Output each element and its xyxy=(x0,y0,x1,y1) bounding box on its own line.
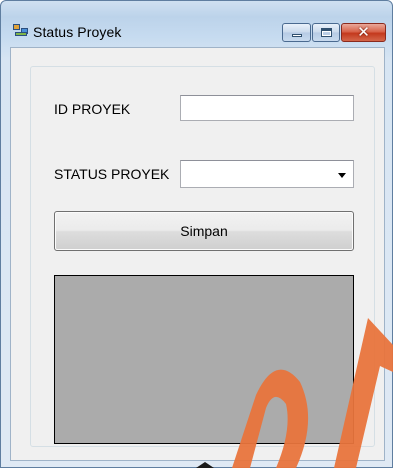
minimize-button[interactable] xyxy=(282,23,311,42)
close-icon: ✕ xyxy=(357,24,370,41)
window-title: Status Proyek xyxy=(33,24,122,40)
simpan-button[interactable]: Simpan xyxy=(54,211,354,251)
status-proyek-label: STATUS PROYEK xyxy=(54,166,170,182)
status-proyek-combobox[interactable] xyxy=(180,160,354,188)
id-proyek-input[interactable] xyxy=(180,95,354,121)
form-app-icon[interactable] xyxy=(13,24,29,38)
id-proyek-label: ID PROYEK xyxy=(54,101,131,117)
minimize-icon xyxy=(291,34,302,37)
dropdown-arrow-icon[interactable] xyxy=(338,173,346,178)
close-button[interactable]: ✕ xyxy=(341,23,386,42)
title-bar[interactable]: Status Proyek ✕ xyxy=(1,1,392,43)
maximize-icon xyxy=(320,28,332,37)
maximize-button[interactable] xyxy=(312,23,340,42)
data-grid[interactable] xyxy=(54,275,354,444)
